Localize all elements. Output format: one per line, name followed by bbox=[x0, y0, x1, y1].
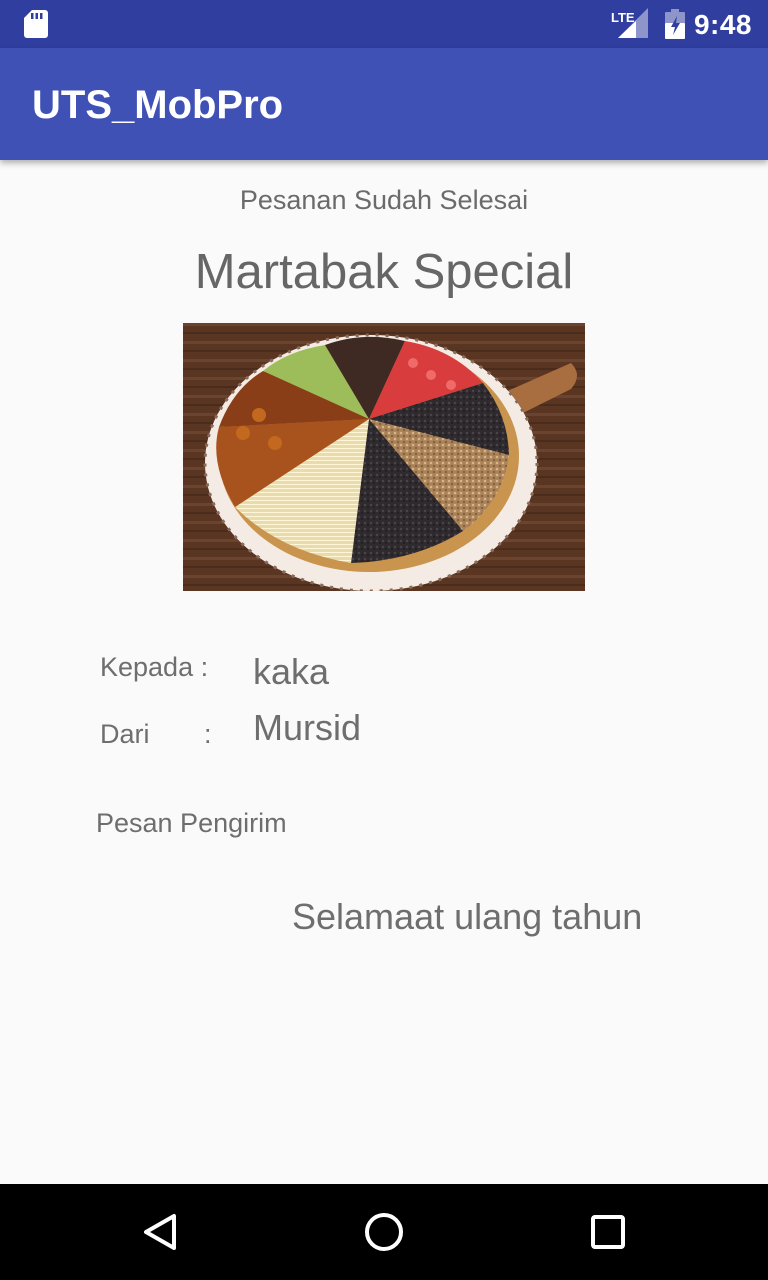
sd-card-icon bbox=[24, 10, 48, 38]
lte-signal-icon: LTE bbox=[611, 8, 648, 38]
app-bar: UTS_MobPro bbox=[0, 48, 768, 160]
status-bar: LTE 9:48 bbox=[0, 0, 768, 48]
from-value: Mursid bbox=[253, 707, 362, 748]
from-colon: : bbox=[204, 719, 212, 749]
martabak-image bbox=[183, 323, 585, 591]
status-bar-time: 9:48 bbox=[693, 9, 752, 40]
message-value: Selamaat ulang tahun bbox=[292, 896, 643, 937]
to-label: Kepada : bbox=[100, 652, 209, 682]
navigation-bar bbox=[0, 1184, 768, 1280]
battery-icon bbox=[665, 9, 685, 39]
app-title: UTS_MobPro bbox=[32, 83, 284, 127]
message-label: Pesan Pengirim bbox=[96, 808, 287, 838]
from-label: Dari bbox=[100, 719, 150, 749]
network-label: LTE bbox=[611, 10, 635, 25]
order-status: Pesanan Sudah Selesai bbox=[239, 185, 529, 215]
recents-icon[interactable] bbox=[584, 1208, 632, 1256]
product-title: Martabak Special bbox=[194, 245, 574, 299]
back-icon[interactable] bbox=[136, 1208, 184, 1256]
home-icon[interactable] bbox=[360, 1208, 408, 1256]
to-value: kaka bbox=[253, 651, 330, 692]
